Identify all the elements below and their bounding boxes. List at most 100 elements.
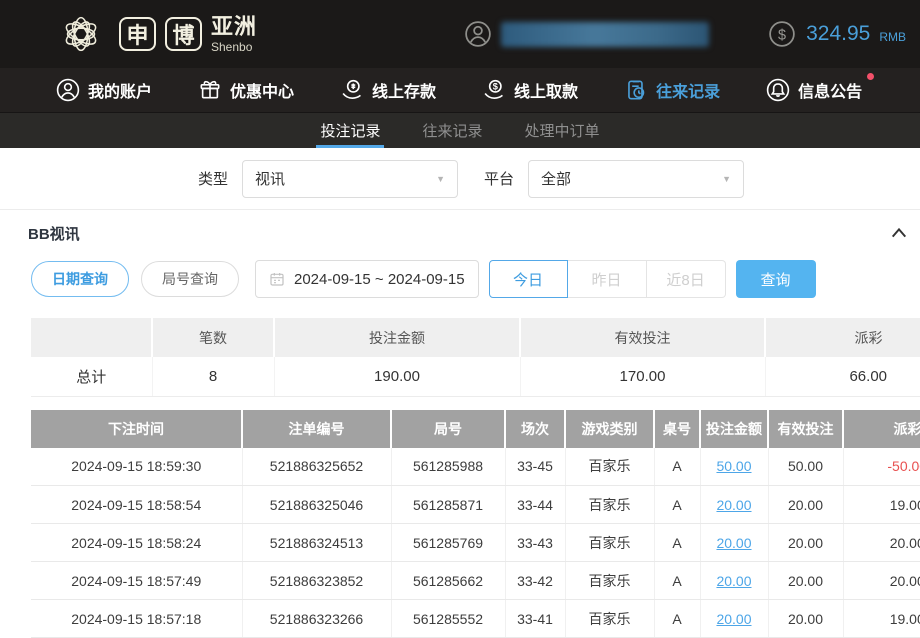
record-row: 2024-09-15 18:57:49 521886323852 5612856… [31, 562, 920, 600]
bet-number-cell: 521886323266 [242, 600, 391, 638]
bet-amount-link[interactable]: 50.00 [700, 448, 768, 486]
chevron-down-icon: ▼ [722, 174, 731, 184]
user-account[interactable] [463, 19, 709, 49]
brand-logo[interactable]: 申 博 亚洲 Shenbo [52, 7, 257, 61]
valid-bet-cell: 20.00 [768, 524, 843, 562]
bet-time-cell: 2024-09-15 18:58:24 [31, 524, 242, 562]
bet-amount-link[interactable]: 20.00 [700, 600, 768, 638]
col-table-number: 桌号 [654, 410, 700, 448]
nav-item-transaction-records[interactable]: 往来记录 [623, 77, 720, 103]
summary-table: 笔数 投注金额 有效投注 派彩 总计 8 190.00 170.00 66.00 [31, 318, 920, 397]
today-button[interactable]: 今日 [489, 260, 568, 298]
bet-amount-link[interactable]: 20.00 [700, 486, 768, 524]
nav-label: 线上存款 [372, 78, 436, 102]
col-round-number: 局号 [391, 410, 505, 448]
tab-bet-records[interactable]: 投注记录 [316, 113, 384, 148]
summary-payout: 66.00 [765, 357, 920, 396]
date-query-button[interactable]: 日期查询 [31, 261, 129, 297]
top-header: 申 博 亚洲 Shenbo $ 324.95 RMB [0, 0, 920, 68]
type-select-value: 视讯 [255, 168, 285, 189]
bet-time-cell: 2024-09-15 18:59:30 [31, 448, 242, 486]
table-number-cell: A [654, 448, 700, 486]
nav-item-announcements[interactable]: 信息公告 [765, 77, 862, 103]
last-8-days-button[interactable]: 近8日 [647, 260, 726, 298]
bet-number-cell: 521886325046 [242, 486, 391, 524]
bell-icon [765, 77, 791, 103]
col-bet-time: 下注时间 [31, 410, 242, 448]
bet-number-cell: 521886325652 [242, 448, 391, 486]
bet-time-cell: 2024-09-15 18:57:49 [31, 562, 242, 600]
chevron-down-icon: ▼ [436, 174, 445, 184]
nav-item-withdraw[interactable]: $ 线上取款 [481, 77, 578, 103]
game-type-cell: 百家乐 [565, 600, 654, 638]
main-nav: 我的账户 优惠中心 线上存款 $ 线上取款 往 [0, 68, 920, 112]
payout-cell: 20.00 [843, 562, 920, 600]
coin-dollar-icon: $ [767, 19, 797, 49]
record-row: 2024-09-15 18:57:18 521886323266 5612855… [31, 600, 920, 638]
tab-transaction-records[interactable]: 往来记录 [418, 113, 486, 148]
record-row: 2024-09-15 18:59:30 521886325652 5612859… [31, 448, 920, 486]
record-row: 2024-09-15 18:58:54 521886325046 5612858… [31, 486, 920, 524]
payout-cell: 19.00 [843, 486, 920, 524]
section-title: BB视讯 [28, 223, 80, 244]
calendar-icon [269, 271, 285, 287]
table-number-cell: A [654, 600, 700, 638]
col-payout: 派彩 [843, 410, 920, 448]
platform-filter-label: 平台 [484, 168, 514, 189]
flower-logo-icon [52, 7, 110, 61]
records-icon [623, 77, 649, 103]
search-button[interactable]: 查询 [736, 260, 816, 298]
round-number-cell: 561285662 [391, 562, 505, 600]
records-header-row: 下注时间 注单编号 局号 场次 游戏类别 桌号 投注金额 有效投注 派彩 [31, 410, 920, 448]
nav-item-my-account[interactable]: 我的账户 [55, 77, 152, 103]
bet-amount-link[interactable]: 20.00 [700, 524, 768, 562]
round-number-cell: 561285552 [391, 600, 505, 638]
type-select[interactable]: 视讯 ▼ [242, 160, 458, 198]
round-query-button[interactable]: 局号查询 [141, 261, 239, 297]
filter-bar: 类型 视讯 ▼ 平台 全部 ▼ [0, 148, 920, 210]
chevron-up-icon[interactable] [890, 226, 908, 240]
session-cell: 33-43 [505, 524, 565, 562]
tab-pending-orders[interactable]: 处理中订单 [521, 113, 604, 148]
nav-item-deposit[interactable]: 线上存款 [339, 77, 436, 103]
platform-select[interactable]: 全部 ▼ [528, 160, 744, 198]
type-filter-label: 类型 [198, 168, 228, 189]
balance-amount: 324.95 [806, 22, 870, 46]
bet-amount-link[interactable]: 20.00 [700, 562, 768, 600]
user-icon [55, 77, 81, 103]
summary-header-payout: 派彩 [765, 318, 920, 357]
summary-header-valid-bet: 有效投注 [520, 318, 765, 357]
gift-icon [197, 77, 223, 103]
balance[interactable]: $ 324.95 RMB [767, 19, 906, 49]
summary-total-row: 总计 8 190.00 170.00 66.00 [31, 357, 920, 396]
payout-cell: 20.00 [843, 524, 920, 562]
payout-cell: -50.00 [843, 448, 920, 486]
logo-subtitle: Shenbo [211, 41, 257, 53]
table-number-cell: A [654, 562, 700, 600]
valid-bet-cell: 20.00 [768, 562, 843, 600]
withdraw-icon: $ [481, 77, 507, 103]
section-header: BB视讯 [0, 210, 920, 256]
nav-label: 我的账户 [88, 78, 152, 102]
col-bet-amount: 投注金额 [700, 410, 768, 448]
col-valid-bet: 有效投注 [768, 410, 843, 448]
date-range-input[interactable]: 2024-09-15 ~ 2024-09-15 [255, 260, 479, 298]
logo-region-text: 亚洲 [211, 16, 257, 38]
round-number-cell: 561285988 [391, 448, 505, 486]
nav-label: 线上取款 [514, 78, 578, 102]
notification-dot [867, 73, 874, 80]
table-number-cell: A [654, 524, 700, 562]
summary-total-label: 总计 [31, 357, 152, 396]
deposit-icon [339, 77, 365, 103]
bet-time-cell: 2024-09-15 18:58:54 [31, 486, 242, 524]
query-controls: 日期查询 局号查询 2024-09-15 ~ 2024-09-15 今日 昨日 … [0, 260, 920, 298]
nav-item-promotions[interactable]: 优惠中心 [197, 77, 294, 103]
records-table: 下注时间 注单编号 局号 场次 游戏类别 桌号 投注金额 有效投注 派彩 202… [31, 410, 920, 638]
session-cell: 33-41 [505, 600, 565, 638]
nav-label: 优惠中心 [230, 78, 294, 102]
game-type-cell: 百家乐 [565, 448, 654, 486]
session-cell: 33-44 [505, 486, 565, 524]
date-range-value: 2024-09-15 ~ 2024-09-15 [294, 271, 465, 288]
round-number-cell: 561285769 [391, 524, 505, 562]
yesterday-button[interactable]: 昨日 [568, 260, 647, 298]
